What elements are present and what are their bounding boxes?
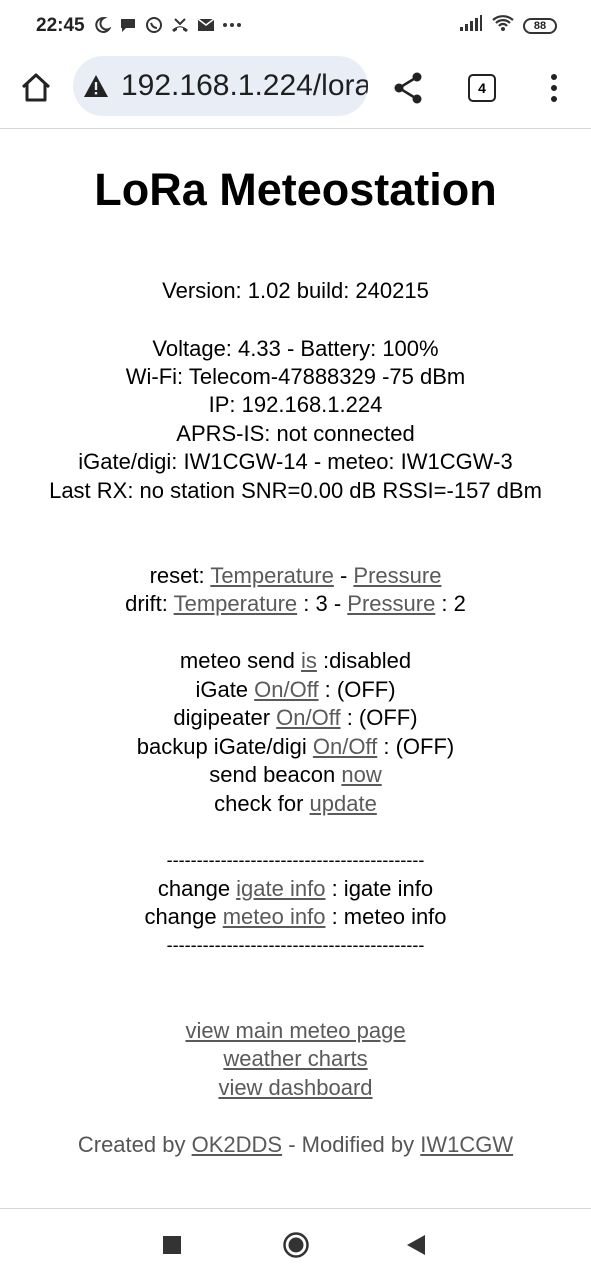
author-link[interactable]: OK2DDS bbox=[192, 1132, 282, 1157]
reset-line: reset: Temperature - Pressure bbox=[0, 562, 591, 590]
main-meteo-line: view main meteo page bbox=[0, 1017, 591, 1045]
digipeater-line: digipeater On/Off : (OFF) bbox=[0, 704, 591, 732]
backup-toggle-link[interactable]: On/Off bbox=[313, 734, 377, 759]
drift-pressure-value: : 2 bbox=[435, 591, 466, 616]
igate-label: iGate bbox=[195, 677, 255, 702]
callsign-line: iGate/digi: IW1CGW-14 - meteo: IW1CGW-3 bbox=[78, 449, 513, 474]
home-button-icon[interactable] bbox=[282, 1231, 310, 1264]
meteo-info-line: change meteo info : meteo info bbox=[0, 903, 591, 931]
system-nav-bar bbox=[0, 1208, 591, 1281]
back-icon[interactable] bbox=[406, 1234, 426, 1261]
igate-info-line: change igate info : igate info bbox=[0, 875, 591, 903]
signal-icon bbox=[459, 14, 483, 37]
reset-temperature-link[interactable]: Temperature bbox=[210, 563, 334, 588]
aprs-line: APRS-IS: not connected bbox=[176, 421, 415, 446]
reset-pressure-link[interactable]: Pressure bbox=[353, 563, 441, 588]
missed-call-icon bbox=[170, 14, 190, 36]
drift-line: drift: Temperature : 3 - Pressure : 2 bbox=[0, 590, 591, 618]
system-icons: 88 bbox=[459, 14, 557, 37]
digipeater-status: : (OFF) bbox=[340, 705, 418, 730]
moon-icon bbox=[92, 14, 112, 36]
wifi-line: Wi-Fi: Telecom-47888329 -75 dBm bbox=[125, 364, 466, 389]
digipeater-label: digipeater bbox=[173, 705, 277, 730]
backup-line: backup iGate/digi On/Off : (OFF) bbox=[0, 733, 591, 761]
browser-toolbar: 192.168.1.224/lora 4 bbox=[0, 56, 591, 129]
url-text[interactable]: 192.168.1.224/lora bbox=[121, 69, 368, 103]
igate-info-link[interactable]: igate info bbox=[236, 876, 325, 901]
home-icon[interactable] bbox=[18, 70, 54, 106]
footer: Created by OK2DDS - Modified by IW1CGW bbox=[0, 1131, 591, 1159]
igate-info-label: change bbox=[157, 876, 237, 901]
meteo-info-label: change bbox=[144, 904, 223, 929]
notification-icons bbox=[92, 14, 242, 36]
recents-icon[interactable] bbox=[163, 1236, 181, 1259]
view-main-meteo-link[interactable]: view main meteo page bbox=[185, 1018, 405, 1043]
more-dots-icon bbox=[222, 14, 242, 36]
battery-indicator: 88 bbox=[523, 17, 557, 34]
send-beacon-link[interactable]: now bbox=[341, 762, 381, 787]
igate-toggle-link[interactable]: On/Off bbox=[254, 677, 318, 702]
clock: 22:45 bbox=[36, 15, 85, 36]
meteo-send-link[interactable]: is bbox=[301, 648, 317, 673]
meteo-send-line: meteo send is :disabled bbox=[0, 647, 591, 675]
drift-temperature-value: : 3 - bbox=[297, 591, 348, 616]
share-icon[interactable] bbox=[390, 70, 426, 106]
warning-icon[interactable] bbox=[83, 73, 109, 99]
modifier-link[interactable]: IW1CGW bbox=[420, 1132, 513, 1157]
footer-modified-label: - Modified by bbox=[282, 1132, 421, 1157]
beacon-line: send beacon now bbox=[0, 761, 591, 789]
address-bar[interactable]: 192.168.1.224/lora bbox=[73, 56, 368, 116]
tab-switcher-button[interactable]: 4 bbox=[468, 74, 496, 102]
status-bar: 22:45 88 bbox=[0, 0, 591, 56]
igate-status: : (OFF) bbox=[318, 677, 396, 702]
check-update-link[interactable]: update bbox=[310, 791, 377, 816]
update-label: check for bbox=[214, 791, 310, 816]
beacon-label: send beacon bbox=[209, 762, 342, 787]
more-menu-icon[interactable] bbox=[544, 70, 564, 106]
voltage-line: Voltage: 4.33 - Battery: 100% bbox=[152, 336, 439, 361]
backup-status: : (OFF) bbox=[377, 734, 455, 759]
meteo-info-value: : meteo info bbox=[325, 904, 447, 929]
footer-created-label: Created by bbox=[77, 1132, 192, 1157]
backup-label: backup iGate/digi bbox=[136, 734, 313, 759]
meteo-info-link[interactable]: meteo info bbox=[223, 904, 326, 929]
weather-charts-line: weather charts bbox=[0, 1045, 591, 1073]
dashboard-line: view dashboard bbox=[0, 1074, 591, 1102]
view-dashboard-link[interactable]: view dashboard bbox=[218, 1075, 372, 1100]
weather-charts-link[interactable]: weather charts bbox=[223, 1046, 367, 1071]
version-text: Version: 1.02 build: 240215 bbox=[162, 278, 429, 303]
meteo-send-label: meteo send bbox=[179, 648, 301, 673]
ip-line: IP: 192.168.1.224 bbox=[208, 392, 383, 417]
page-title: LoRa Meteostation bbox=[94, 164, 497, 215]
igate-info-value: : igate info bbox=[325, 876, 434, 901]
digipeater-toggle-link[interactable]: On/Off bbox=[276, 705, 340, 730]
meteo-send-status: :disabled bbox=[316, 648, 412, 673]
chat-bubble-icon bbox=[118, 14, 138, 36]
divider-bottom: ----------------------------------------… bbox=[166, 935, 425, 955]
igate-line: iGate On/Off : (OFF) bbox=[0, 676, 591, 704]
divider-top: ----------------------------------------… bbox=[166, 850, 425, 870]
last-rx-line: Last RX: no station SNR=0.00 dB RSSI=-15… bbox=[49, 478, 542, 503]
drift-temperature-link[interactable]: Temperature bbox=[174, 591, 298, 616]
reset-label: reset: bbox=[149, 563, 211, 588]
reset-separator: - bbox=[333, 563, 354, 588]
mail-icon bbox=[196, 14, 216, 36]
whatsapp-icon bbox=[144, 14, 164, 36]
update-line: check for update bbox=[0, 790, 591, 818]
wifi-icon bbox=[491, 14, 515, 37]
drift-pressure-link[interactable]: Pressure bbox=[347, 591, 435, 616]
drift-label: drift: bbox=[125, 591, 174, 616]
